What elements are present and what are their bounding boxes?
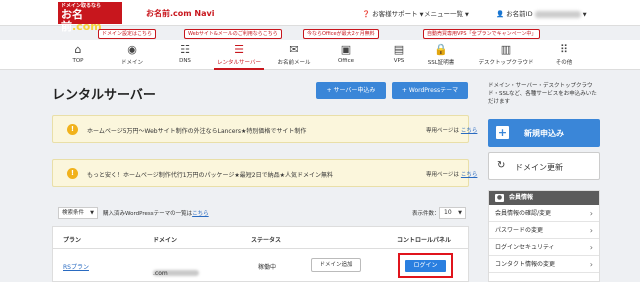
promo-office[interactable]: 今ならOfficeが最大2ヶ月無料 bbox=[303, 29, 379, 39]
search-condition-select[interactable]: 検索条件 ▼ bbox=[58, 207, 98, 219]
wordpress-theme-link[interactable]: こちら bbox=[192, 211, 209, 217]
add-domain-button[interactable]: ドメイン追加 bbox=[311, 258, 361, 272]
refresh-icon: ↻ bbox=[497, 160, 506, 171]
filter-bar: 検索条件 ▼ 購入済みWordPressテーマの一覧はこちら 表示件数： 10 ▼ bbox=[52, 207, 469, 219]
member-item-password[interactable]: パスワードの変更 › bbox=[489, 222, 599, 239]
member-info-header: ● 会員情報 bbox=[489, 191, 599, 205]
wordpress-theme-note: 購入済みWordPressテーマの一覧はこちら bbox=[103, 211, 209, 217]
info-icon: ! bbox=[67, 124, 78, 135]
page-title: レンタルサーバー bbox=[52, 88, 156, 103]
apply-wordpress-button[interactable]: + WordPressテーマ bbox=[392, 82, 468, 99]
server-icon: ☰ bbox=[234, 43, 244, 56]
main-nav: ⌂ TOP ◉ ドメイン ☷ DNS ☰ レンタルサーバー ✉ お名前メール ▣ Offic… bbox=[0, 40, 640, 70]
notice-link[interactable]: こちら bbox=[461, 172, 478, 178]
logo-wordmark: お名前.com bbox=[61, 8, 102, 33]
notice-web-production: ! もっと安く！ホームページ制作代行1万円のパッケージ★最短2日で納品★人気ドメ… bbox=[52, 159, 477, 187]
col-plan: プラン bbox=[63, 237, 82, 244]
user-icon: ● bbox=[495, 194, 504, 202]
nav-office[interactable]: ▣ Office bbox=[335, 40, 357, 70]
notice-text: もっと安く！ホームページ制作代行1万円のパッケージ★最短2日で納品★人気ドメイン… bbox=[87, 172, 333, 179]
menu-list[interactable]: メニュー一覧 ▼ bbox=[424, 8, 469, 18]
table-header: プラン ドメイン ステータス コントロールパネル bbox=[53, 227, 468, 249]
user-id-menu[interactable]: 👤 お名前ID ▼ bbox=[496, 8, 587, 18]
notice-lancers: ! ホームページ5万円〜Webサイト制作の外注ならLancers★特別価格でサイ… bbox=[52, 115, 477, 143]
nav-onamae-mail[interactable]: ✉ お名前メール bbox=[277, 40, 311, 70]
col-status: ステータス bbox=[251, 237, 282, 244]
globe-icon: ◉ bbox=[127, 43, 137, 56]
login-button[interactable]: ログイン bbox=[405, 260, 446, 272]
support-label: お客様サポート bbox=[372, 10, 418, 18]
chevron-right-icon: › bbox=[589, 243, 593, 252]
nav-ssl[interactable]: 🔒 SSL証明書 bbox=[426, 40, 456, 70]
ssl-icon: 🔒 bbox=[434, 43, 448, 56]
server-table: プラン ドメイン ステータス コントロールパネル RSプラン .com 稼働中 … bbox=[52, 226, 469, 282]
nav-domain[interactable]: ◉ ドメイン bbox=[115, 40, 149, 70]
promo-vps[interactable]: 自動売買専用VPS「全プランでキャンペーン中」 bbox=[423, 29, 541, 39]
notice-dedicated: 専用ページは こちら bbox=[426, 128, 478, 134]
chevron-right-icon: › bbox=[589, 226, 593, 235]
desktop-cloud-icon: ▥ bbox=[500, 43, 512, 56]
chevron-down-icon: ▼ bbox=[458, 210, 462, 216]
nav-rental-server[interactable]: ☰ レンタルサーバー bbox=[214, 40, 264, 70]
status-cell: 稼働中 bbox=[258, 264, 277, 271]
member-info-panel: ● 会員情報 会員情報の確認/変更 › パスワードの変更 › ログインセキュリティ › … bbox=[488, 190, 600, 282]
brand-title: お名前.com Navi bbox=[146, 9, 215, 18]
promo-web-mail[interactable]: Webサイト&メールのご利用ならこちら bbox=[184, 29, 282, 39]
promo-domain-settings[interactable]: ドメイン設定はこちら bbox=[98, 29, 157, 39]
member-item-confirm[interactable]: 会員情報の確認/変更 › bbox=[489, 205, 599, 222]
nav-vps[interactable]: ▤ VPS bbox=[389, 40, 409, 70]
menu-label: メニュー一覧 bbox=[424, 10, 463, 18]
display-count-select[interactable]: 10 ▼ bbox=[439, 207, 466, 219]
mail-icon: ✉ bbox=[289, 43, 299, 56]
chevron-down-icon: ▼ bbox=[90, 210, 94, 216]
onamae-logo[interactable]: ドメイン取るなら お名前.com bbox=[58, 2, 122, 33]
office-icon: ▣ bbox=[340, 43, 352, 56]
plus-icon: + bbox=[496, 126, 509, 139]
vps-icon: ▤ bbox=[393, 43, 405, 56]
support-menu[interactable]: ❓ お客様サポート ▼ bbox=[362, 8, 424, 18]
col-domain: ドメイン bbox=[153, 237, 178, 244]
chevron-down-icon: ▼ bbox=[582, 12, 587, 18]
nav-desktop-cloud[interactable]: ▥ デスクトップクラウド bbox=[478, 40, 534, 70]
grid-icon: ⠿ bbox=[559, 43, 569, 56]
new-application-label: 新規申込み bbox=[524, 129, 564, 138]
table-row: RSプラン .com 稼働中 ドメイン追加 ログイン bbox=[53, 249, 468, 282]
login-highlight: ログイン bbox=[398, 253, 453, 278]
member-item-contact[interactable]: コンタクト情報の変更 › bbox=[489, 256, 599, 273]
display-count-label: 表示件数： bbox=[412, 211, 440, 217]
apply-server-button[interactable]: + サーバー申込み bbox=[316, 82, 386, 99]
user-id-redacted bbox=[534, 10, 581, 18]
member-item-security[interactable]: ログインセキュリティ › bbox=[489, 239, 599, 256]
info-icon: ! bbox=[67, 168, 78, 179]
plan-link[interactable]: RSプラン bbox=[63, 262, 89, 271]
new-application-button[interactable]: + 新規申込み bbox=[488, 119, 600, 147]
top-header: ドメイン取るなら お名前.com お名前.com Navi ❓ お客様サポート ▼… bbox=[0, 0, 640, 33]
dns-icon: ☷ bbox=[180, 43, 190, 56]
nav-other[interactable]: ⠿ その他 bbox=[553, 40, 575, 70]
chevron-down-icon: ▼ bbox=[465, 12, 469, 18]
nav-dns[interactable]: ☷ DNS bbox=[172, 40, 198, 70]
sidebar-description: ドメイン・サーバー・デスクトップクラウド・SSLなど、各種サービスをお申込みいた… bbox=[488, 83, 597, 105]
notice-dedicated: 専用ページは こちら bbox=[426, 172, 478, 178]
chevron-down-icon: ▼ bbox=[419, 12, 424, 18]
chevron-right-icon: › bbox=[589, 260, 593, 269]
domain-renewal-button[interactable]: ↻ ドメイン更新 bbox=[488, 152, 600, 180]
notice-text: ホームページ5万円〜Webサイト制作の外注ならLancers★特別価格でサイト制… bbox=[87, 128, 307, 135]
col-control-panel: コントロールパネル bbox=[397, 237, 452, 244]
nav-top[interactable]: ⌂ TOP bbox=[66, 40, 90, 70]
domain-renewal-label: ドメイン更新 bbox=[515, 163, 563, 172]
home-icon: ⌂ bbox=[74, 43, 82, 56]
user-id-label: お名前ID bbox=[506, 10, 533, 18]
chevron-right-icon: › bbox=[589, 209, 593, 218]
help-icon: ❓ bbox=[362, 10, 371, 18]
user-icon: 👤 bbox=[496, 10, 505, 18]
notice-link[interactable]: こちら bbox=[461, 128, 478, 134]
